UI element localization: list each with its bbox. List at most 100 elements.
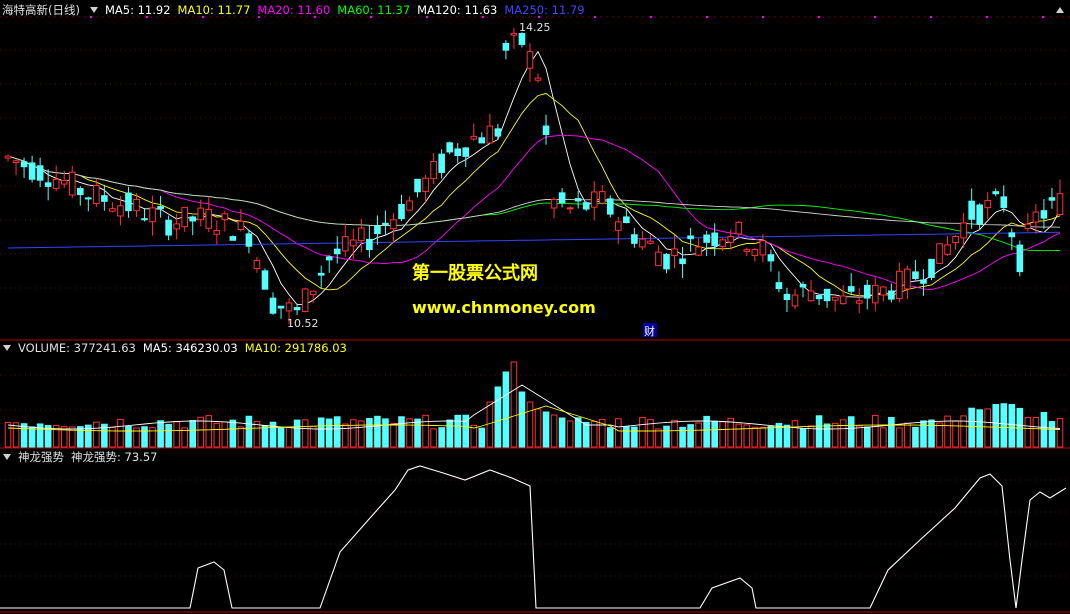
finance-marker[interactable]: 财 xyxy=(644,324,655,338)
candle xyxy=(550,197,558,219)
candle xyxy=(944,236,951,257)
candle xyxy=(510,27,518,49)
candle xyxy=(896,262,903,303)
volume-bar xyxy=(309,425,317,448)
volume-bar xyxy=(366,417,373,448)
volume-bar xyxy=(325,418,333,448)
volume-bar xyxy=(526,401,534,448)
volume-bar xyxy=(4,421,12,448)
candle xyxy=(229,235,237,241)
candle xyxy=(277,305,285,319)
candle xyxy=(317,265,325,289)
volume-bar xyxy=(301,419,309,448)
volume-bar xyxy=(566,420,574,448)
candle xyxy=(847,273,855,295)
ma120-line xyxy=(7,155,1061,228)
volume-bar xyxy=(687,424,694,448)
candle xyxy=(703,230,710,256)
volume-bar xyxy=(631,426,638,448)
candle xyxy=(205,196,213,233)
candle xyxy=(44,169,52,201)
volume-bar xyxy=(606,427,614,448)
volume-bar xyxy=(350,419,357,448)
volume-bar xyxy=(839,419,847,448)
candle xyxy=(478,132,486,144)
volume-bar xyxy=(639,417,646,448)
candle xyxy=(494,123,502,140)
volume-bar xyxy=(502,371,510,448)
volume-bar xyxy=(880,427,887,448)
volume-bar xyxy=(205,415,213,448)
volume-bars xyxy=(4,361,1064,448)
candle xyxy=(333,236,341,264)
candle xyxy=(936,243,943,264)
candle xyxy=(574,191,582,209)
volume-bar xyxy=(398,416,405,448)
candle xyxy=(631,227,638,248)
candle xyxy=(197,199,205,227)
candle xyxy=(189,215,197,236)
stock-terminal: 海特高新(日线) MA5: 11.92 MA10: 11.77 MA20: 11.6… xyxy=(0,0,1070,614)
candle xyxy=(968,188,975,229)
candle xyxy=(486,113,494,144)
volume-bar xyxy=(285,426,293,448)
volume-bar xyxy=(1056,417,1064,448)
candle xyxy=(855,287,863,314)
candle xyxy=(920,269,927,296)
volume-bar xyxy=(197,416,205,448)
volume-bar xyxy=(125,426,132,448)
candle xyxy=(253,257,261,273)
volume-bar xyxy=(157,420,164,448)
candle xyxy=(261,268,269,290)
volume-bar xyxy=(518,391,526,448)
volume-bar xyxy=(213,422,221,448)
candle xyxy=(366,225,373,258)
candle xyxy=(863,279,871,310)
volume-bar xyxy=(1008,404,1016,448)
candle xyxy=(245,229,253,254)
volume-bar xyxy=(478,427,486,448)
volume-bar xyxy=(12,422,20,448)
watermark-chinese: 第一股票公式网 xyxy=(412,262,538,284)
volume-bar xyxy=(928,419,935,448)
volume-bar xyxy=(414,418,421,448)
volume-bar xyxy=(936,422,943,448)
candle xyxy=(462,147,470,168)
candle xyxy=(759,234,767,263)
volume-bar xyxy=(888,416,895,448)
candle xyxy=(165,215,172,241)
volume-bar xyxy=(261,425,269,448)
candle xyxy=(791,289,799,310)
ma60-line xyxy=(7,155,1061,252)
volume-bar xyxy=(1024,416,1032,448)
candle xyxy=(912,259,919,280)
volume-bar xyxy=(189,420,197,448)
volume-bar xyxy=(117,418,124,448)
candle xyxy=(639,230,646,251)
volume-bar xyxy=(374,415,381,448)
volume-bar xyxy=(558,417,566,448)
volume-bar xyxy=(799,428,807,448)
candle xyxy=(558,188,566,208)
price-chart-canvas[interactable]: 14.25 10.52 第一股票公式网 www.chnmoney.com 财 xyxy=(0,0,1070,614)
candle xyxy=(566,206,574,214)
candle xyxy=(101,184,108,211)
candle xyxy=(1016,240,1024,277)
volume-bar xyxy=(574,417,582,448)
volume-bar xyxy=(382,418,389,448)
candle xyxy=(711,223,718,256)
candle xyxy=(1048,187,1056,209)
volume-bar xyxy=(663,425,670,448)
candle xyxy=(952,235,959,250)
candle xyxy=(904,265,911,300)
candle xyxy=(598,185,606,205)
volume-bar xyxy=(823,423,831,448)
candle xyxy=(871,277,879,312)
volume-bar xyxy=(655,428,662,448)
candle xyxy=(430,152,437,185)
volume-bar xyxy=(855,425,863,448)
candle xyxy=(36,157,44,188)
volume-bar xyxy=(992,404,1000,448)
volume-bar xyxy=(735,423,743,448)
volume-bar xyxy=(93,421,100,448)
